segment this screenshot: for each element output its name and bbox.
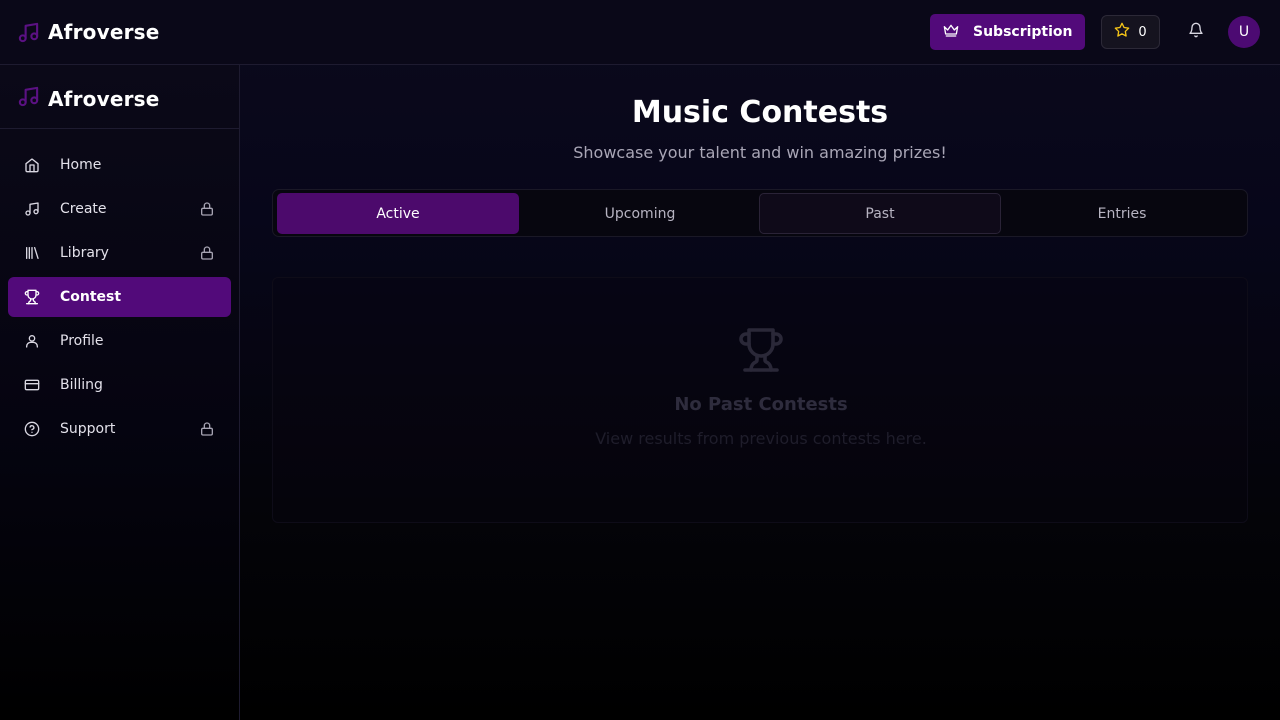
page-title: Music Contests xyxy=(631,95,889,130)
trophy-icon xyxy=(737,326,785,374)
top-bar: Afroverse Subscription 0 U xyxy=(0,0,1280,65)
sidebar-item-home[interactable]: Home xyxy=(8,145,231,185)
sidebar-item-library[interactable]: Library xyxy=(8,233,231,273)
sidebar-item-label: Create xyxy=(60,201,107,217)
crown-icon xyxy=(943,22,959,42)
sidebar-divider xyxy=(0,128,239,129)
trophy-icon xyxy=(24,289,40,305)
empty-state-title: No Past Contests xyxy=(674,394,848,415)
subscription-button[interactable]: Subscription xyxy=(930,14,1085,50)
page-subtitle: Showcase your talent and win amazing pri… xyxy=(573,143,947,162)
empty-state-card: No Past Contests View results from previ… xyxy=(272,277,1248,523)
main-content: Music Contests Showcase your talent and … xyxy=(240,65,1280,720)
empty-state-text: View results from previous contests here… xyxy=(595,429,927,448)
library-icon xyxy=(24,245,40,261)
tab-past[interactable]: Past xyxy=(759,193,1001,234)
subscription-label: Subscription xyxy=(973,24,1073,40)
music-note-icon xyxy=(24,201,40,217)
credits-count: 0 xyxy=(1138,24,1147,40)
lock-icon xyxy=(199,421,215,437)
sidebar-item-label: Home xyxy=(60,157,102,173)
user-avatar[interactable]: U xyxy=(1228,16,1260,48)
sidebar-item-label: Profile xyxy=(60,333,104,349)
sidebar-nav: Home Create Library Contest Profile Bill… xyxy=(8,145,231,453)
music-note-logo-icon xyxy=(17,21,40,44)
sidebar-item-label: Support xyxy=(60,421,116,437)
sidebar-item-contest[interactable]: Contest xyxy=(8,277,231,317)
sidebar-item-create[interactable]: Create xyxy=(8,189,231,229)
sidebar-brand[interactable]: Afroverse xyxy=(17,85,160,112)
tab-entries[interactable]: Entries xyxy=(1001,193,1243,234)
app-name: Afroverse xyxy=(48,20,160,44)
sidebar-item-label: Library xyxy=(60,245,109,261)
sidebar: Afroverse Home Create Library Contest Pr… xyxy=(0,65,240,720)
credit-card-icon xyxy=(24,377,40,393)
help-circle-icon xyxy=(24,421,40,437)
user-icon xyxy=(24,333,40,349)
contest-tabs: Active Upcoming Past Entries xyxy=(272,189,1248,237)
lock-icon xyxy=(199,245,215,261)
music-note-logo-icon xyxy=(17,85,40,112)
credits-button[interactable]: 0 xyxy=(1101,15,1160,49)
sidebar-item-label: Contest xyxy=(60,289,122,305)
header-brand[interactable]: Afroverse xyxy=(17,20,160,44)
notifications-button[interactable] xyxy=(1184,20,1208,44)
sidebar-app-name: Afroverse xyxy=(48,86,160,111)
lock-icon xyxy=(199,201,215,217)
bell-icon xyxy=(1188,22,1204,42)
tab-upcoming[interactable]: Upcoming xyxy=(519,193,761,234)
sidebar-item-label: Billing xyxy=(60,377,103,393)
star-icon xyxy=(1114,22,1130,42)
sidebar-item-support[interactable]: Support xyxy=(8,409,231,449)
home-icon xyxy=(24,157,40,173)
sidebar-item-profile[interactable]: Profile xyxy=(8,321,231,361)
sidebar-item-billing[interactable]: Billing xyxy=(8,365,231,405)
tab-active[interactable]: Active xyxy=(277,193,519,234)
